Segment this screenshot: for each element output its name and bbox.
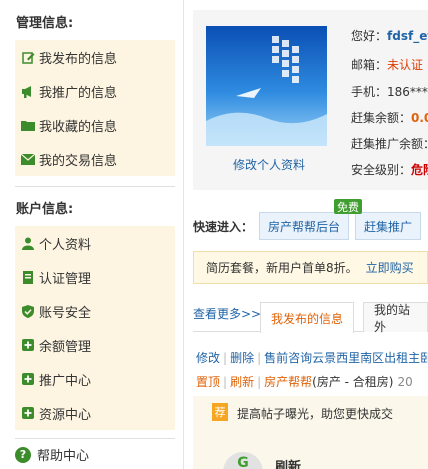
balance-row: 赶集余额：0.0 xyxy=(351,109,428,126)
greeting-label: 您好： xyxy=(351,29,388,43)
sidebar-item-label: 账号安全 xyxy=(39,305,92,321)
management-menu: 我发布的信息 我推广的信息 我收藏的信息 我的交易信息 xyxy=(15,40,175,176)
email-row: 邮箱：未认证 xyxy=(351,56,423,73)
greeting: 您好：fdsf_ef xyxy=(351,27,428,44)
sidebar-item-my-posts[interactable]: 我发布的信息 xyxy=(15,40,175,74)
phone-value: 186***** xyxy=(387,85,428,99)
sidebar-item-label: 推广中心 xyxy=(39,373,92,389)
property-helper-backend-button[interactable]: 房产帮帮后台 xyxy=(259,212,350,240)
sidebar-item-my-promotions[interactable]: 我推广的信息 xyxy=(15,74,175,108)
folder-icon xyxy=(21,118,35,132)
category-link[interactable]: 房产帮帮 xyxy=(264,375,312,389)
security-label: 安全级别： xyxy=(351,163,412,177)
separator: | xyxy=(257,375,262,389)
sidebar-divider xyxy=(15,186,175,187)
certificate-icon xyxy=(21,270,35,284)
separator: | xyxy=(223,375,228,389)
sidebar-item-promotion-center[interactable]: 推广中心 xyxy=(15,362,175,396)
view-more-link[interactable]: 查看更多>> xyxy=(193,305,261,322)
recommend-badge-icon: 荐 xyxy=(212,403,228,421)
buy-now-link[interactable]: 立即购买 xyxy=(366,259,414,276)
sidebar-item-label: 帮助中心 xyxy=(37,449,90,464)
sidebar-item-help-center[interactable]: ? 帮助中心 xyxy=(15,445,89,464)
sidebar-item-label: 我发布的信息 xyxy=(39,51,118,67)
quick-entry-label: 快速进入： xyxy=(193,219,254,234)
plus-icon xyxy=(21,406,35,420)
user-icon xyxy=(21,236,35,250)
listing-row-1: 修改 | 删除 | 售前咨询云景西里南区出租主卧 xyxy=(196,349,428,366)
megaphone-icon xyxy=(21,84,35,98)
edit-link[interactable]: 修改 xyxy=(196,351,220,365)
plus-icon xyxy=(21,372,35,386)
balance-label: 赶集余额： xyxy=(351,111,412,125)
sidebar-item-my-transactions[interactable]: 我的交易信息 xyxy=(15,142,175,176)
tabs-row: 查看更多>> 我发布的信息 我的站外 xyxy=(193,300,428,334)
help-icon: ? xyxy=(15,446,31,463)
security-row: 安全级别：危险 xyxy=(351,161,428,178)
account-menu: 个人资料 认证管理 账号安全 余额管理 推广中心 资源中心 xyxy=(15,226,175,430)
avatar[interactable] xyxy=(206,26,327,146)
sidebar-divider xyxy=(15,438,175,439)
listing-title-link[interactable]: 售前咨询云景西里南区出租主卧 xyxy=(264,351,428,365)
sidebar-item-label: 余额管理 xyxy=(39,339,92,355)
tab-offsite[interactable]: 我的站外 xyxy=(363,302,428,334)
email-status[interactable]: 未认证 xyxy=(387,58,423,72)
email-label: 邮箱： xyxy=(351,58,388,72)
tab-my-posts[interactable]: 我发布的信息 xyxy=(260,302,355,333)
free-badge: 免费 xyxy=(334,199,362,214)
sidebar-item-label: 个人资料 xyxy=(39,237,92,253)
promo-balance-label: 赶集推广余额： xyxy=(351,137,428,151)
account-section-title: 账户信息: xyxy=(16,202,74,217)
delete-link[interactable]: 删除 xyxy=(230,351,254,365)
profile-card: 修改个人资料 您好：fdsf_ef 邮箱：未认证 手机：186***** 赶集余… xyxy=(193,10,428,190)
sidebar-item-account-security[interactable]: 账号安全 xyxy=(15,294,175,328)
sidebar-item-balance[interactable]: 余额管理 xyxy=(15,328,175,362)
mail-icon xyxy=(21,152,35,166)
sidebar-item-label: 资源中心 xyxy=(39,407,92,423)
notice-text: 简历套餐，新用户首单8折。 xyxy=(206,261,358,275)
quick-entry-bar: 快速进入： 房产帮帮后台 赶集推广 xyxy=(193,212,427,240)
sidebar-item-profile[interactable]: 个人资料 xyxy=(15,226,175,260)
category-text: (房产 - 合租房) xyxy=(312,375,394,389)
refresh-link[interactable]: 刷新 xyxy=(230,375,254,389)
edit-icon xyxy=(21,50,35,64)
plus-icon xyxy=(21,338,35,352)
sidebar-item-label: 我的交易信息 xyxy=(39,153,118,169)
separator: | xyxy=(223,351,228,365)
listing-row-2: 置顶 | 刷新 | 房产帮帮(房产 - 合租房) 20 xyxy=(196,373,413,390)
top-link[interactable]: 置顶 xyxy=(196,375,220,389)
sidebar: 管理信息: 我发布的信息 我推广的信息 我收藏的信息 我的交易信息 账户信息: … xyxy=(0,0,184,469)
phone-label: 手机： xyxy=(351,85,388,99)
ganji-promotion-button[interactable]: 赶集推广 xyxy=(355,212,422,240)
sidebar-item-label: 我收藏的信息 xyxy=(39,119,118,135)
username[interactable]: fdsf_ef xyxy=(387,29,428,43)
sidebar-item-resource-center[interactable]: 资源中心 xyxy=(15,396,175,430)
listing-date: 20 xyxy=(397,375,413,389)
refresh-icon[interactable]: G xyxy=(223,452,263,469)
security-level: 危险 xyxy=(411,163,428,177)
sidebar-item-label: 认证管理 xyxy=(39,271,92,287)
edit-profile-link[interactable]: 修改个人资料 xyxy=(233,156,305,173)
promo-balance-row: 赶集推广余额： xyxy=(351,135,428,152)
shield-icon xyxy=(21,304,35,318)
sidebar-item-certification[interactable]: 认证管理 xyxy=(15,260,175,294)
management-section-title: 管理信息: xyxy=(16,16,74,31)
promo-box: 荐 提高帖子曝光，助您更快成交 G 刷新 xyxy=(193,396,428,469)
promo-notice: 简历套餐，新用户首单8折。 立即购买 xyxy=(193,251,428,284)
phone-row: 手机：186***** xyxy=(351,83,428,100)
sidebar-item-my-favorites[interactable]: 我收藏的信息 xyxy=(15,108,175,142)
refresh-label[interactable]: 刷新 xyxy=(275,456,301,469)
balance-value: 0.0 xyxy=(411,111,428,125)
promo-text: 提高帖子曝光，助您更快成交 xyxy=(237,407,394,421)
separator: | xyxy=(257,351,262,365)
sidebar-item-label: 我推广的信息 xyxy=(39,85,118,101)
